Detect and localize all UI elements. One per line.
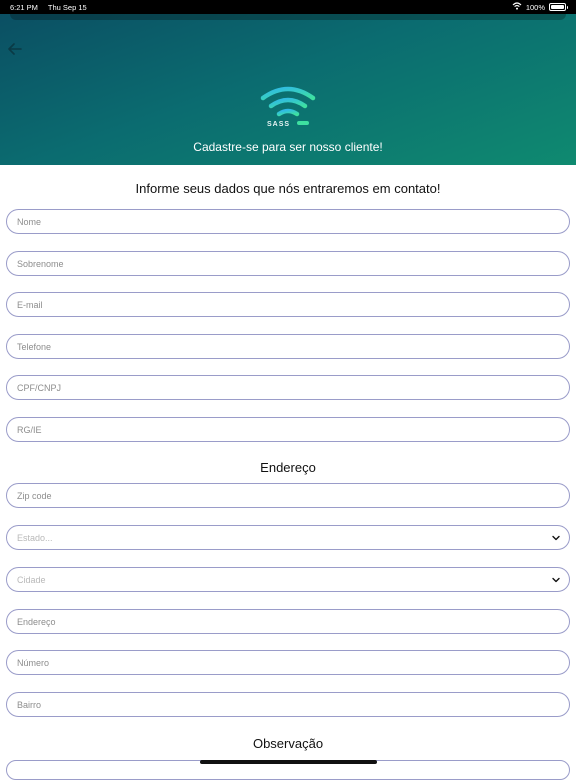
last-name-input[interactable]: Sobrenome xyxy=(6,251,570,276)
neighborhood-placeholder: Bairro xyxy=(17,699,42,710)
header-banner: SASS Cadastre-se para ser nosso cliente! xyxy=(0,14,576,165)
svg-text:SASS: SASS xyxy=(267,121,290,128)
chevron-down-icon xyxy=(552,535,560,541)
number-input[interactable]: Número xyxy=(6,650,570,675)
last-name-placeholder: Sobrenome xyxy=(17,258,64,269)
zip-code-placeholder: Zip code xyxy=(17,490,52,501)
address-section-title: Endereço xyxy=(260,460,316,475)
first-name-input[interactable]: Nome xyxy=(6,209,570,234)
first-name-placeholder: Nome xyxy=(17,216,42,227)
email-input[interactable]: E-mail xyxy=(6,292,570,317)
status-time: 6:21 PM xyxy=(10,2,38,12)
zip-code-input[interactable]: Zip code xyxy=(6,483,570,508)
header-tagline: Cadastre-se para ser nosso cliente! xyxy=(193,140,383,154)
email-placeholder: E-mail xyxy=(17,299,43,310)
number-placeholder: Número xyxy=(17,657,50,668)
back-button[interactable] xyxy=(6,40,24,58)
cpf-cnpj-input[interactable]: CPF/CNPJ xyxy=(6,375,570,400)
cpf-cnpj-placeholder: CPF/CNPJ xyxy=(17,382,62,393)
phone-placeholder: Telefone xyxy=(17,341,52,352)
form-title: Informe seus dados que nós entraremos em… xyxy=(135,181,441,196)
wifi-icon xyxy=(512,2,522,12)
chevron-down-icon xyxy=(552,577,560,583)
arrow-left-icon xyxy=(8,43,22,55)
city-placeholder: Cidade xyxy=(17,574,46,585)
home-indicator xyxy=(200,760,377,764)
rg-ie-placeholder: RG/IE xyxy=(17,424,42,435)
city-select[interactable]: Cidade xyxy=(6,567,570,592)
neighborhood-input[interactable]: Bairro xyxy=(6,692,570,717)
battery-icon xyxy=(549,3,568,11)
notes-section-title: Observação xyxy=(252,736,324,751)
status-date: Thu Sep 15 xyxy=(47,2,87,12)
rg-ie-input[interactable]: RG/IE xyxy=(6,417,570,442)
status-bar: 6:21 PM Thu Sep 15 100% xyxy=(0,0,576,14)
sass-logo: SASS xyxy=(259,86,317,132)
state-placeholder: Estado... xyxy=(17,532,53,543)
address-placeholder: Endereço xyxy=(17,616,56,627)
battery-percent: 100% xyxy=(525,2,545,12)
state-select[interactable]: Estado... xyxy=(6,525,570,550)
phone-input[interactable]: Telefone xyxy=(6,334,570,359)
address-input[interactable]: Endereço xyxy=(6,609,570,634)
